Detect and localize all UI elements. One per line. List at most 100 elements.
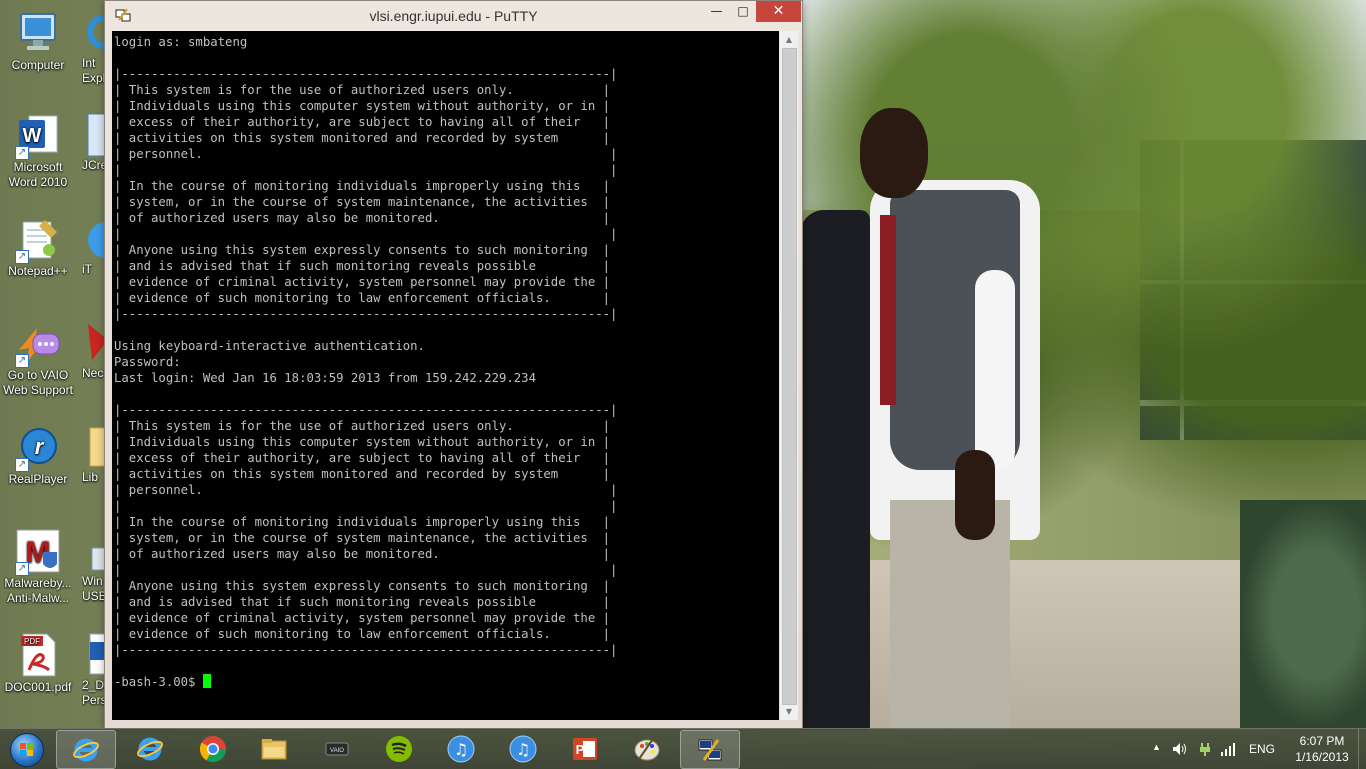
taskbar-file-explorer[interactable]	[245, 730, 303, 767]
vaio-icon: VAIO	[325, 742, 349, 756]
malwarebytes-icon: M ↗	[15, 528, 61, 576]
word-2010-icon: W ↗	[15, 112, 61, 160]
network-signal-icon[interactable]	[1220, 742, 1236, 759]
desktop-icon-realplayer[interactable]: r ↗ RealPlayer	[0, 424, 76, 487]
terminal-line: | system, or in the course of system mai…	[114, 531, 611, 545]
maximize-button[interactable]: □	[730, 1, 756, 22]
vaio-support-icon: ↗	[15, 320, 61, 368]
svg-text:VAIO: VAIO	[330, 748, 344, 754]
show-desktop-button[interactable]	[1358, 729, 1366, 769]
desktop-icon-malwarebytes[interactable]: M ↗ Malwareby... Anti-Malw...	[0, 528, 76, 606]
terminal-line: login as: smbateng	[114, 35, 248, 49]
taskbar-paint[interactable]	[618, 730, 676, 767]
volume-icon[interactable]	[1172, 742, 1188, 759]
taskbar-clock[interactable]: 6:07 PM 1/16/2013	[1282, 733, 1362, 765]
show-hidden-icons-arrow-icon[interactable]: ▲	[1152, 742, 1161, 752]
taskbar-itunes-2[interactable]: ♫	[494, 730, 552, 767]
terminal-line: |---------------------------------------…	[114, 643, 618, 657]
svg-text:P: P	[576, 742, 585, 757]
itunes-icon: ♫	[447, 735, 475, 763]
power-plug-icon[interactable]	[1198, 742, 1212, 759]
svg-text:♫: ♫	[454, 740, 468, 759]
taskbar-spotify[interactable]	[370, 730, 428, 767]
shell-prompt: -bash-3.00$	[114, 675, 203, 689]
terminal-line: | This system is for the use of authoriz…	[114, 83, 611, 97]
pdf-file-icon: PDF	[15, 632, 61, 678]
desktop-icon-vaio-support[interactable]: ↗ Go to VAIO Web Support	[0, 320, 76, 398]
terminal-line: | |	[114, 499, 618, 513]
taskbar-internet-explorer[interactable]	[56, 730, 116, 769]
terminal-line: | excess of their authority, are subject…	[114, 451, 611, 465]
scroll-down-arrow-icon[interactable]: ▼	[780, 703, 798, 720]
terminal-line: | Anyone using this system expressly con…	[114, 579, 611, 593]
terminal-line: | personnel. |	[114, 483, 618, 497]
powerpoint-icon: P	[573, 738, 597, 760]
terminal-line: |---------------------------------------…	[114, 67, 618, 81]
terminal-line: | system, or in the course of system mai…	[114, 195, 611, 209]
terminal-line: | evidence of criminal activity, system …	[114, 275, 611, 289]
terminal-line: | of authorized users may also be monito…	[114, 547, 611, 561]
terminal-line: | activities on this system monitored an…	[114, 131, 611, 145]
terminal-line: | Individuals using this computer system…	[114, 435, 611, 449]
taskbar: VAIO ♫ ♫ P ▲ ENG 6:07 PM 1/16/2013	[0, 728, 1366, 769]
terminal-line: | |	[114, 227, 618, 241]
terminal-line: | In the course of monitoring individual…	[114, 515, 611, 529]
title-bar[interactable]: vlsi.engr.iupui.edu - PuTTY — □ ✕	[105, 1, 802, 31]
computer-icon	[15, 10, 61, 56]
terminal-line: Last login: Wed Jan 16 18:03:59 2013 fro…	[114, 371, 536, 385]
terminal-line: | of authorized users may also be monito…	[114, 211, 611, 225]
folder-icon	[261, 739, 287, 760]
paint-palette-icon	[634, 738, 660, 761]
desktop-icon-notepad-plus-plus[interactable]: ↗ Notepad++	[0, 216, 76, 279]
svg-text:PDF: PDF	[24, 637, 40, 646]
terminal-output: login as: smbateng |--------------------…	[112, 31, 779, 674]
terminal-screen[interactable]: login as: smbateng |--------------------…	[112, 31, 779, 720]
terminal-line: | |	[114, 563, 618, 577]
terminal-line: |---------------------------------------…	[114, 403, 618, 417]
taskbar-putty[interactable]	[680, 730, 740, 769]
taskbar-powerpoint[interactable]: P	[556, 730, 614, 767]
putty-window[interactable]: vlsi.engr.iupui.edu - PuTTY — □ ✕ login …	[104, 0, 803, 729]
realplayer-icon: r ↗	[15, 424, 61, 472]
desktop-icon-computer[interactable]: Computer	[0, 10, 76, 73]
taskbar-internet-explorer-pinned[interactable]	[121, 730, 179, 767]
terminal-line: | excess of their authority, are subject…	[114, 115, 611, 129]
terminal-line: | evidence of such monitoring to law enf…	[114, 291, 611, 305]
text-cursor	[202, 674, 211, 688]
svg-text:♫: ♫	[516, 740, 530, 759]
itunes-icon: ♫	[509, 735, 537, 763]
clock-date: 1/16/2013	[1295, 750, 1349, 764]
terminal-line: | Anyone using this system expressly con…	[114, 243, 611, 257]
windows-logo-icon	[10, 733, 44, 767]
terminal-line: | and is advised that if such monitoring…	[114, 595, 611, 609]
internet-explorer-icon	[73, 738, 99, 762]
input-language-indicator[interactable]: ENG	[1249, 742, 1275, 756]
desktop-icon-doc001-pdf[interactable]: PDF DOC001.pdf	[0, 632, 76, 695]
minimize-button[interactable]: —	[703, 1, 730, 22]
notepad-plus-plus-icon: ↗	[15, 216, 61, 264]
terminal-line: | personnel. |	[114, 147, 618, 161]
terminal-line: | In the course of monitoring individual…	[114, 179, 611, 193]
terminal-line: | evidence of criminal activity, system …	[114, 611, 611, 625]
svg-text:r: r	[35, 434, 45, 459]
close-button[interactable]: ✕	[756, 1, 801, 22]
internet-explorer-icon	[137, 737, 163, 761]
scrollbar-thumb[interactable]	[782, 48, 797, 705]
taskbar-chrome[interactable]	[184, 730, 242, 767]
scroll-up-arrow-icon[interactable]: ▲	[780, 31, 798, 48]
taskbar-itunes[interactable]: ♫	[432, 730, 490, 767]
vertical-scrollbar[interactable]: ▲ ▼	[780, 31, 798, 720]
terminal-line: | |	[114, 163, 618, 177]
shell-prompt-line[interactable]: -bash-3.00$	[112, 674, 779, 690]
window-title: vlsi.engr.iupui.edu - PuTTY	[369, 8, 538, 24]
terminal-line: | This system is for the use of authoriz…	[114, 419, 611, 433]
clock-time: 6:07 PM	[1299, 734, 1345, 748]
terminal-line: | evidence of such monitoring to law enf…	[114, 627, 611, 641]
taskbar-vaio[interactable]: VAIO	[308, 730, 366, 767]
terminal-line: | Individuals using this computer system…	[114, 99, 611, 113]
terminal-line: Using keyboard-interactive authenticatio…	[114, 339, 425, 353]
desktop-icon-word-2010[interactable]: W ↗ Microsoft Word 2010	[0, 112, 76, 190]
start-button[interactable]	[6, 731, 46, 767]
terminal-line: | and is advised that if such monitoring…	[114, 259, 611, 273]
putty-icon	[698, 739, 722, 761]
